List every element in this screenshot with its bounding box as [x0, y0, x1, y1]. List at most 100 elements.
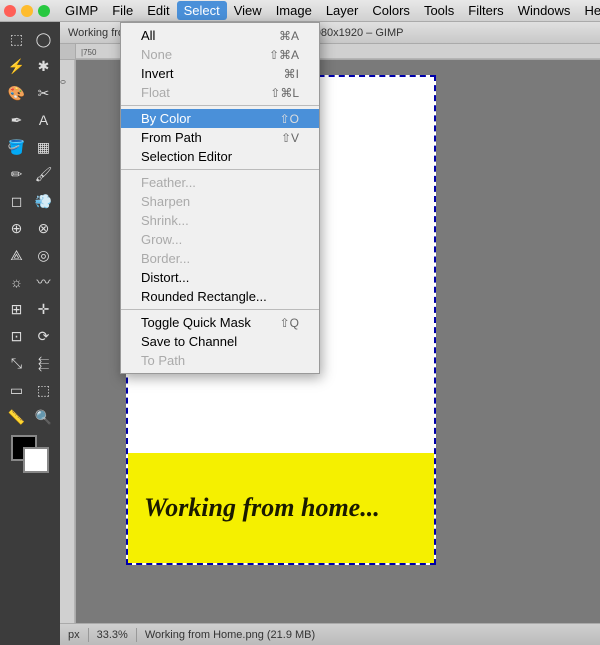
- traffic-lights: [4, 5, 50, 17]
- tool-smudge[interactable]: 〰: [31, 269, 57, 295]
- menu-select-grow-label: Grow...: [141, 232, 182, 247]
- menu-tools[interactable]: Tools: [417, 1, 461, 20]
- menu-select-save-to-channel-label: Save to Channel: [141, 334, 237, 349]
- tool-measure[interactable]: 📏: [4, 404, 30, 430]
- tool-row-9: ⟁ ◎: [4, 242, 57, 268]
- menu-image[interactable]: Image: [269, 1, 319, 20]
- tool-eraser[interactable]: ◻: [4, 188, 30, 214]
- svg-text:|750: |750: [81, 48, 97, 57]
- tool-text[interactable]: A: [31, 107, 57, 133]
- menu-select-shrink: Shrink...: [121, 211, 319, 230]
- menu-select-float-shortcut: ⇧⌘L: [270, 86, 299, 100]
- tool-rect-select[interactable]: ⬚: [4, 26, 30, 52]
- color-selector[interactable]: [11, 435, 49, 473]
- menu-select-save-to-channel[interactable]: Save to Channel: [121, 332, 319, 351]
- menu-colors[interactable]: Colors: [365, 1, 417, 20]
- ruler-corner: [60, 44, 76, 60]
- tool-rotate[interactable]: ⟳: [31, 323, 57, 349]
- tool-row-12: ⊡ ⟳: [4, 323, 57, 349]
- menu-select-invert-shortcut: ⌘I: [284, 67, 299, 81]
- menu-file[interactable]: File: [105, 1, 140, 20]
- menu-select-float-label: Float: [141, 85, 170, 100]
- tool-ellipse-select[interactable]: ◯: [31, 26, 57, 52]
- tool-heal[interactable]: ⊗: [31, 215, 57, 241]
- menu-help[interactable]: Help: [577, 1, 600, 20]
- menu-select-toggle-quick-mask[interactable]: Toggle Quick Mask ⇧Q: [121, 313, 319, 332]
- tool-zoom[interactable]: 🔍: [31, 404, 57, 430]
- menu-select-border-label: Border...: [141, 251, 190, 266]
- svg-text:0: 0: [60, 80, 66, 84]
- maximize-button[interactable]: [38, 5, 50, 17]
- vertical-ruler: 0: [60, 60, 76, 623]
- menubar: GIMP File Edit Select View Image Layer C…: [0, 0, 600, 22]
- tool-paths[interactable]: ✒: [4, 107, 30, 133]
- menu-select-by-color-label: By Color: [141, 111, 191, 126]
- tool-scale[interactable]: ⤡: [4, 350, 30, 376]
- menu-gimp[interactable]: GIMP: [58, 1, 105, 20]
- menu-select-to-path-label: To Path: [141, 353, 185, 368]
- menu-select-toggle-quick-mask-label: Toggle Quick Mask: [141, 315, 251, 330]
- tool-dodge[interactable]: ☼: [4, 269, 30, 295]
- menu-select-feather-label: Feather...: [141, 175, 196, 190]
- status-sep-1: [88, 628, 89, 642]
- menu-select-from-path[interactable]: From Path ⇧V: [121, 128, 319, 147]
- menu-select-sharpen-label: Sharpen: [141, 194, 190, 209]
- tool-pencil[interactable]: ✏: [4, 161, 30, 187]
- close-button[interactable]: [4, 5, 16, 17]
- menu-select-to-path: To Path: [121, 351, 319, 370]
- menu-select-by-color[interactable]: By Color ⇧O: [121, 109, 319, 128]
- tool-blend[interactable]: ▦: [31, 134, 57, 160]
- toolbar: ⬚ ◯ ⚡ ✱ 🎨 ✂ ✒ A 🪣 ▦ ✏ 🖌 ◻ 💨 ⊕ ⊗: [0, 22, 60, 645]
- status-filename: Working from Home.png (21.9 MB): [145, 629, 315, 641]
- status-sep-2: [136, 628, 137, 642]
- menu-edit[interactable]: Edit: [140, 1, 176, 20]
- tool-by-color[interactable]: 🎨: [4, 80, 30, 106]
- tool-flip[interactable]: ⬚: [31, 377, 57, 403]
- tool-row-7: ◻ 💨: [4, 188, 57, 214]
- menu-select-none: None ⇧⌘A: [121, 45, 319, 64]
- menu-select[interactable]: Select: [177, 1, 227, 20]
- minimize-button[interactable]: [21, 5, 33, 17]
- menu-select-none-label: None: [141, 47, 172, 62]
- menu-select-all-label: All: [141, 28, 155, 43]
- tool-shear[interactable]: ⬱: [31, 350, 57, 376]
- tool-paintbrush[interactable]: 🖌: [31, 161, 57, 187]
- tool-row-4: ✒ A: [4, 107, 57, 133]
- menu-select-none-shortcut: ⇧⌘A: [269, 48, 299, 62]
- status-zoom: 33.3%: [97, 629, 128, 641]
- tool-row-15: 📏 🔍: [4, 404, 57, 430]
- tool-align[interactable]: ⊞: [4, 296, 30, 322]
- tool-row-5: 🪣 ▦: [4, 134, 57, 160]
- menu-layer[interactable]: Layer: [319, 1, 366, 20]
- menu-windows[interactable]: Windows: [511, 1, 578, 20]
- menu-select-rounded-rect[interactable]: Rounded Rectangle...: [121, 287, 319, 306]
- tool-fuzzy-select[interactable]: ✱: [31, 53, 57, 79]
- menu-select-selection-editor[interactable]: Selection Editor: [121, 147, 319, 166]
- menu-select-distort[interactable]: Distort...: [121, 268, 319, 287]
- tool-bucket-fill[interactable]: 🪣: [4, 134, 30, 160]
- tool-row-6: ✏ 🖌: [4, 161, 57, 187]
- tool-row-13: ⤡ ⬱: [4, 350, 57, 376]
- menu-select-invert[interactable]: Invert ⌘I: [121, 64, 319, 83]
- tool-blur[interactable]: ◎: [31, 242, 57, 268]
- tool-perspective-clone[interactable]: ⟁: [4, 242, 30, 268]
- menu-view[interactable]: View: [227, 1, 269, 20]
- menu-select-all[interactable]: All ⌘A: [121, 26, 319, 45]
- sep-3: [121, 309, 319, 310]
- status-unit: px: [68, 629, 80, 641]
- tool-crop[interactable]: ⊡: [4, 323, 30, 349]
- menu-select-distort-label: Distort...: [141, 270, 189, 285]
- menu-select-by-color-shortcut: ⇧O: [280, 112, 299, 126]
- background-color[interactable]: [23, 447, 49, 473]
- menu-filters[interactable]: Filters: [461, 1, 510, 20]
- menu-select-sharpen: Sharpen: [121, 192, 319, 211]
- menu-select-border: Border...: [121, 249, 319, 268]
- tool-clone[interactable]: ⊕: [4, 215, 30, 241]
- tool-airbrush[interactable]: 💨: [31, 188, 57, 214]
- tool-move[interactable]: ✛: [31, 296, 57, 322]
- tool-perspective[interactable]: ▭: [4, 377, 30, 403]
- tool-scissors[interactable]: ✂: [31, 80, 57, 106]
- menu-select-from-path-shortcut: ⇧V: [281, 131, 299, 145]
- tool-free-select[interactable]: ⚡: [4, 53, 30, 79]
- tool-row-3: 🎨 ✂: [4, 80, 57, 106]
